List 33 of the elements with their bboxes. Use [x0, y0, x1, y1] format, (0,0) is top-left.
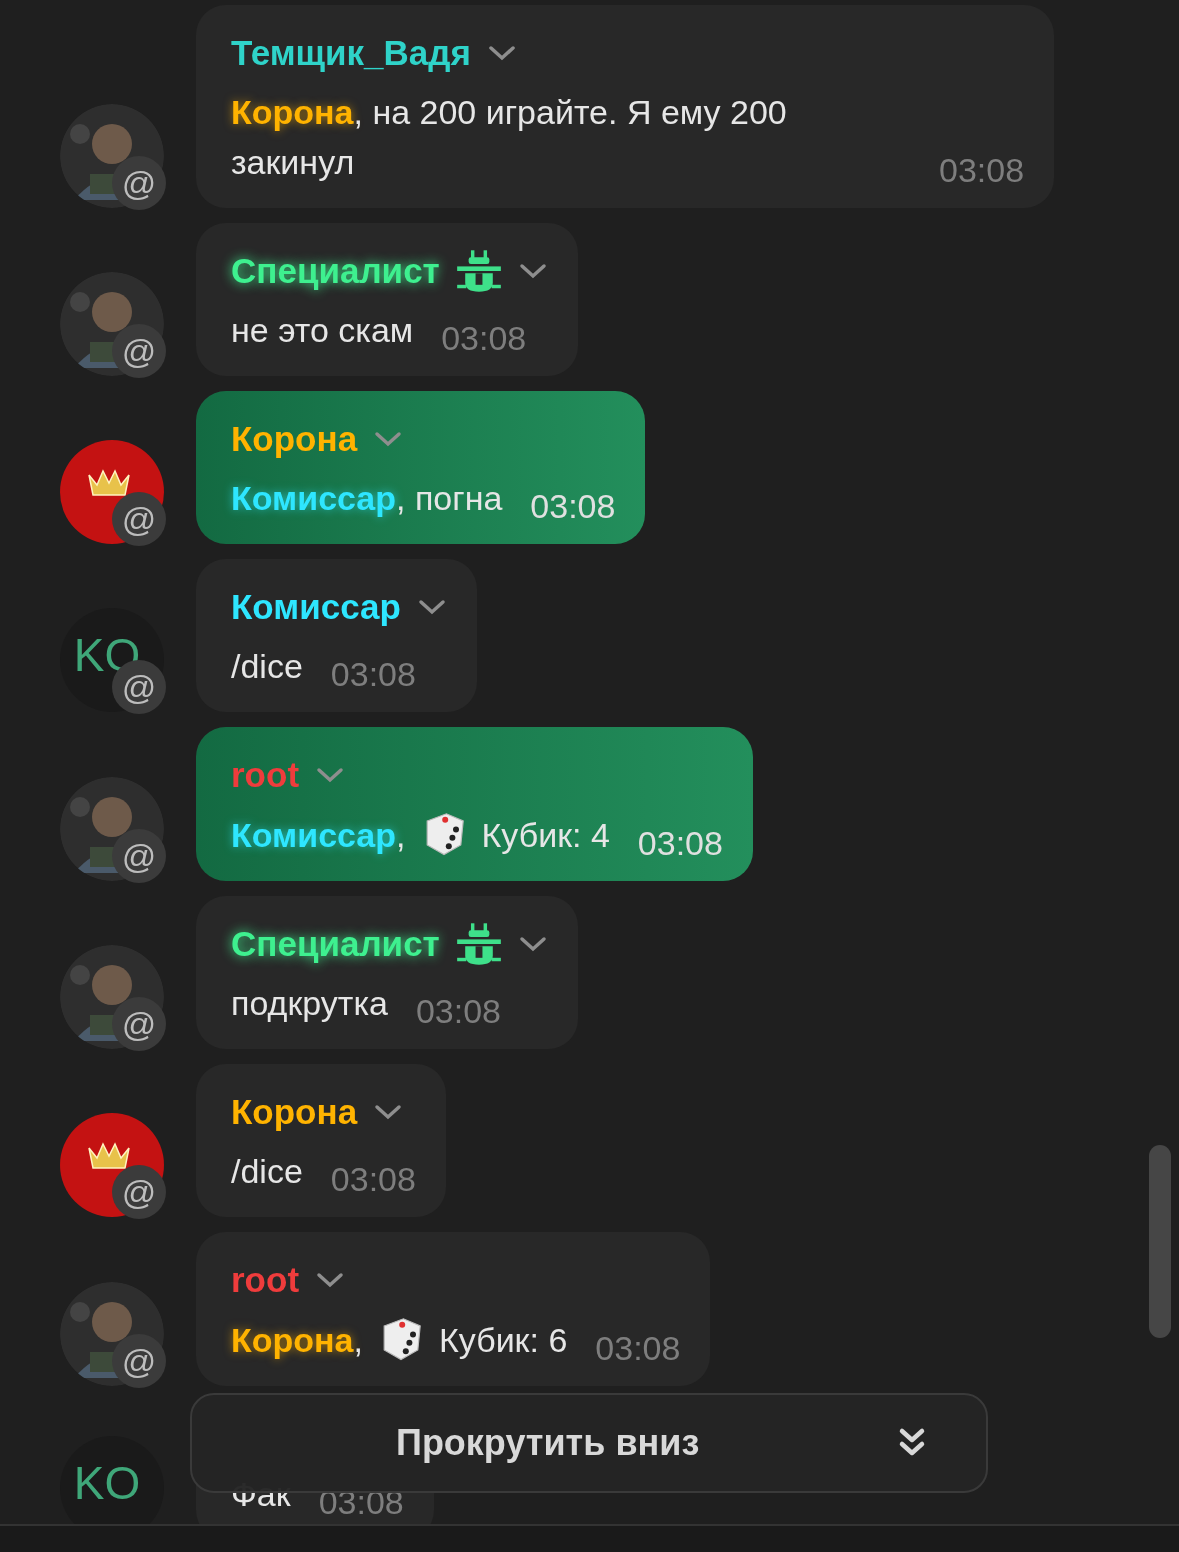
message-time: 03:08	[595, 1328, 681, 1369]
caret-icon[interactable]	[373, 1103, 404, 1121]
message-text: Комиссар, Кубик: 4	[231, 809, 610, 860]
message-text: /dice	[231, 646, 303, 687]
crown-icon	[87, 1140, 131, 1170]
author-name[interactable]: Комиссар	[231, 587, 401, 627]
message-text: подкрутка	[231, 983, 388, 1024]
message-time: 03:08	[530, 486, 616, 527]
message-time: 03:08	[637, 823, 723, 864]
scroll-down-button[interactable]: Прокрутить вниз	[190, 1393, 988, 1493]
message-time: 03:08	[330, 654, 416, 695]
caret-icon[interactable]	[416, 598, 447, 616]
message-time: 03:08	[939, 150, 1025, 191]
message-text: Корона, Кубик: 6	[231, 1314, 568, 1365]
message-text: Комиссар, погна	[231, 478, 503, 519]
message-time: 03:08	[441, 318, 527, 359]
caret-icon[interactable]	[486, 44, 517, 62]
message-text: /dice	[231, 1151, 303, 1192]
scrollbar-thumb[interactable]	[1149, 1145, 1171, 1338]
avatar-initials: KO	[73, 1456, 141, 1510]
caret-icon[interactable]	[315, 1271, 346, 1289]
author-name[interactable]: Специалист	[231, 251, 440, 291]
author-name[interactable]: Корона	[231, 1092, 358, 1132]
author-name[interactable]: Специалист	[231, 924, 440, 964]
author-name[interactable]: Темщик_Вадя	[231, 33, 471, 73]
message-time: 03:08	[415, 991, 501, 1032]
crown-icon	[87, 467, 131, 497]
message-text: Корона, на 200 играйте. Я ему 200 закинул	[231, 92, 788, 183]
message-time: 03:08	[330, 1159, 416, 1200]
caret-icon[interactable]	[517, 262, 548, 280]
author-name[interactable]: root	[231, 1260, 300, 1300]
caret-icon[interactable]	[517, 935, 548, 953]
message-text: не это скам	[231, 310, 414, 351]
